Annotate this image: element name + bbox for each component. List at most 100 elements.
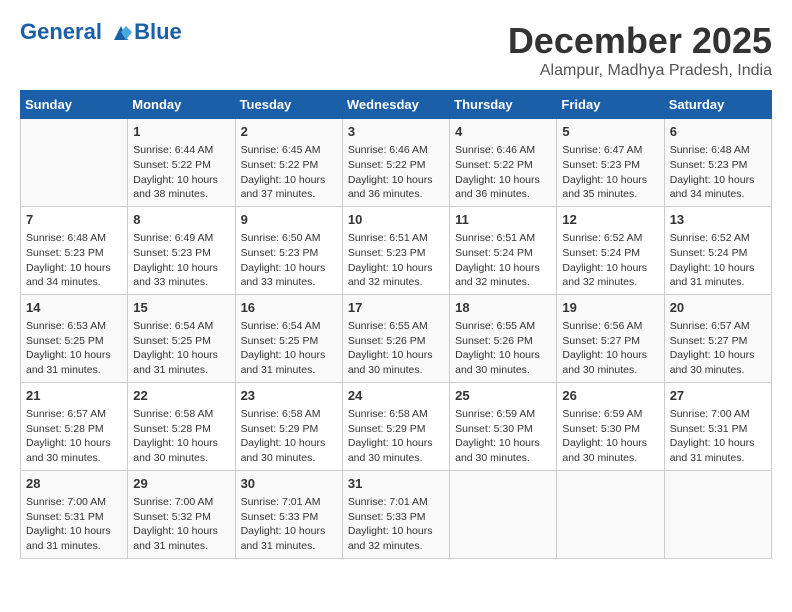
day-number: 23 — [241, 387, 337, 405]
calendar-cell: 10 Sunrise: 6:51 AM Sunset: 5:23 PM Dayli… — [342, 206, 449, 294]
calendar-week-row: 14 Sunrise: 6:53 AM Sunset: 5:25 PM Dayli… — [21, 294, 772, 382]
day-info: Sunrise: 7:01 AM Sunset: 5:33 PM Dayligh… — [241, 495, 337, 554]
calendar-cell: 24 Sunrise: 6:58 AM Sunset: 5:29 PM Dayli… — [342, 382, 449, 470]
logo-icon — [110, 22, 132, 44]
day-info: Sunrise: 7:01 AM Sunset: 5:33 PM Dayligh… — [348, 495, 444, 554]
calendar-week-row: 21 Sunrise: 6:57 AM Sunset: 5:28 PM Dayli… — [21, 382, 772, 470]
col-header-saturday: Saturday — [664, 91, 771, 119]
day-info: Sunrise: 6:54 AM Sunset: 5:25 PM Dayligh… — [133, 319, 229, 378]
day-info: Sunrise: 6:51 AM Sunset: 5:24 PM Dayligh… — [455, 231, 551, 290]
calendar-cell: 12Sunrise: 6:52 AM Sunset: 5:24 PM Dayli… — [557, 206, 664, 294]
day-number: 30 — [241, 475, 337, 493]
day-info: Sunrise: 6:51 AM Sunset: 5:23 PM Dayligh… — [348, 231, 444, 290]
calendar-week-row: 28 Sunrise: 7:00 AM Sunset: 5:31 PM Dayli… — [21, 470, 772, 558]
day-number: 24 — [348, 387, 444, 405]
day-number: 14 — [26, 299, 122, 317]
day-number: 6 — [670, 123, 766, 141]
calendar-cell: 11Sunrise: 6:51 AM Sunset: 5:24 PM Dayli… — [450, 206, 557, 294]
day-number: 13 — [670, 211, 766, 229]
day-info: Sunrise: 6:53 AM Sunset: 5:25 PM Dayligh… — [26, 319, 122, 378]
day-number: 31 — [348, 475, 444, 493]
day-info: Sunrise: 6:45 AM Sunset: 5:22 PM Dayligh… — [241, 143, 337, 202]
col-header-monday: Monday — [128, 91, 235, 119]
day-info: Sunrise: 6:58 AM Sunset: 5:29 PM Dayligh… — [241, 407, 337, 466]
calendar-cell: 4 Sunrise: 6:46 AM Sunset: 5:22 PM Daylig… — [450, 119, 557, 207]
day-info: Sunrise: 6:48 AM Sunset: 5:23 PM Dayligh… — [26, 231, 122, 290]
day-number: 29 — [133, 475, 229, 493]
calendar-cell: 21 Sunrise: 6:57 AM Sunset: 5:28 PM Dayli… — [21, 382, 128, 470]
logo-blue: Blue — [134, 20, 182, 44]
calendar-cell: 27Sunrise: 7:00 AM Sunset: 5:31 PM Dayli… — [664, 382, 771, 470]
day-info: Sunrise: 6:59 AM Sunset: 5:30 PM Dayligh… — [562, 407, 658, 466]
day-number: 10 — [348, 211, 444, 229]
day-info: Sunrise: 6:46 AM Sunset: 5:22 PM Dayligh… — [455, 143, 551, 202]
title-block: December 2025 Alampur, Madhya Pradesh, I… — [508, 20, 772, 80]
calendar-cell: 8 Sunrise: 6:49 AM Sunset: 5:23 PM Daylig… — [128, 206, 235, 294]
day-number: 27 — [670, 387, 766, 405]
calendar-cell: 28 Sunrise: 7:00 AM Sunset: 5:31 PM Dayli… — [21, 470, 128, 558]
day-number: 7 — [26, 211, 122, 229]
calendar-cell: 30 Sunrise: 7:01 AM Sunset: 5:33 PM Dayli… — [235, 470, 342, 558]
day-number: 2 — [241, 123, 337, 141]
calendar-cell: 1Sunrise: 6:44 AM Sunset: 5:22 PM Daylig… — [128, 119, 235, 207]
logo-general: General — [20, 19, 102, 44]
day-info: Sunrise: 6:59 AM Sunset: 5:30 PM Dayligh… — [455, 407, 551, 466]
calendar-cell: 6Sunrise: 6:48 AM Sunset: 5:23 PM Daylig… — [664, 119, 771, 207]
month-title: December 2025 — [508, 20, 772, 62]
day-number: 4 — [455, 123, 551, 141]
day-info: Sunrise: 6:52 AM Sunset: 5:24 PM Dayligh… — [562, 231, 658, 290]
day-info: Sunrise: 6:56 AM Sunset: 5:27 PM Dayligh… — [562, 319, 658, 378]
calendar-cell: 29 Sunrise: 7:00 AM Sunset: 5:32 PM Dayli… — [128, 470, 235, 558]
calendar-cell: 25 Sunrise: 6:59 AM Sunset: 5:30 PM Dayli… — [450, 382, 557, 470]
day-info: Sunrise: 6:52 AM Sunset: 5:24 PM Dayligh… — [670, 231, 766, 290]
day-number: 1 — [133, 123, 229, 141]
col-header-tuesday: Tuesday — [235, 91, 342, 119]
day-number: 26 — [562, 387, 658, 405]
page-header: General Blue December 2025 Alampur, Madh… — [20, 20, 772, 80]
day-number: 19 — [562, 299, 658, 317]
col-header-friday: Friday — [557, 91, 664, 119]
calendar-cell: 3 Sunrise: 6:46 AM Sunset: 5:22 PM Daylig… — [342, 119, 449, 207]
day-number: 28 — [26, 475, 122, 493]
day-number: 3 — [348, 123, 444, 141]
day-info: Sunrise: 6:49 AM Sunset: 5:23 PM Dayligh… — [133, 231, 229, 290]
location-subtitle: Alampur, Madhya Pradesh, India — [508, 62, 772, 80]
calendar-cell: 31 Sunrise: 7:01 AM Sunset: 5:33 PM Dayli… — [342, 470, 449, 558]
col-header-wednesday: Wednesday — [342, 91, 449, 119]
day-info: Sunrise: 6:58 AM Sunset: 5:29 PM Dayligh… — [348, 407, 444, 466]
day-number: 25 — [455, 387, 551, 405]
calendar-cell: 2 Sunrise: 6:45 AM Sunset: 5:22 PM Daylig… — [235, 119, 342, 207]
day-number: 17 — [348, 299, 444, 317]
logo: General Blue — [20, 20, 182, 44]
day-number: 20 — [670, 299, 766, 317]
day-info: Sunrise: 6:47 AM Sunset: 5:23 PM Dayligh… — [562, 143, 658, 202]
col-header-sunday: Sunday — [21, 91, 128, 119]
calendar-table: SundayMondayTuesdayWednesdayThursdayFrid… — [20, 90, 772, 559]
calendar-cell: 26 Sunrise: 6:59 AM Sunset: 5:30 PM Dayli… — [557, 382, 664, 470]
day-info: Sunrise: 6:57 AM Sunset: 5:28 PM Dayligh… — [26, 407, 122, 466]
calendar-cell: 5Sunrise: 6:47 AM Sunset: 5:23 PM Daylig… — [557, 119, 664, 207]
day-info: Sunrise: 6:46 AM Sunset: 5:22 PM Dayligh… — [348, 143, 444, 202]
calendar-cell: 20 Sunrise: 6:57 AM Sunset: 5:27 PM Dayli… — [664, 294, 771, 382]
day-info: Sunrise: 6:57 AM Sunset: 5:27 PM Dayligh… — [670, 319, 766, 378]
calendar-cell — [664, 470, 771, 558]
calendar-cell — [450, 470, 557, 558]
calendar-cell — [21, 119, 128, 207]
calendar-cell — [557, 470, 664, 558]
day-info: Sunrise: 7:00 AM Sunset: 5:31 PM Dayligh… — [26, 495, 122, 554]
calendar-cell: 17 Sunrise: 6:55 AM Sunset: 5:26 PM Dayli… — [342, 294, 449, 382]
calendar-cell: 18Sunrise: 6:55 AM Sunset: 5:26 PM Dayli… — [450, 294, 557, 382]
calendar-cell: 16Sunrise: 6:54 AM Sunset: 5:25 PM Dayli… — [235, 294, 342, 382]
calendar-week-row: 7 Sunrise: 6:48 AM Sunset: 5:23 PM Daylig… — [21, 206, 772, 294]
calendar-header-row: SundayMondayTuesdayWednesdayThursdayFrid… — [21, 91, 772, 119]
day-number: 16 — [241, 299, 337, 317]
calendar-cell: 22Sunrise: 6:58 AM Sunset: 5:28 PM Dayli… — [128, 382, 235, 470]
day-number: 21 — [26, 387, 122, 405]
calendar-week-row: 1Sunrise: 6:44 AM Sunset: 5:22 PM Daylig… — [21, 119, 772, 207]
day-number: 8 — [133, 211, 229, 229]
day-number: 9 — [241, 211, 337, 229]
day-info: Sunrise: 6:55 AM Sunset: 5:26 PM Dayligh… — [348, 319, 444, 378]
day-number: 15 — [133, 299, 229, 317]
day-info: Sunrise: 7:00 AM Sunset: 5:32 PM Dayligh… — [133, 495, 229, 554]
calendar-cell: 13 Sunrise: 6:52 AM Sunset: 5:24 PM Dayli… — [664, 206, 771, 294]
